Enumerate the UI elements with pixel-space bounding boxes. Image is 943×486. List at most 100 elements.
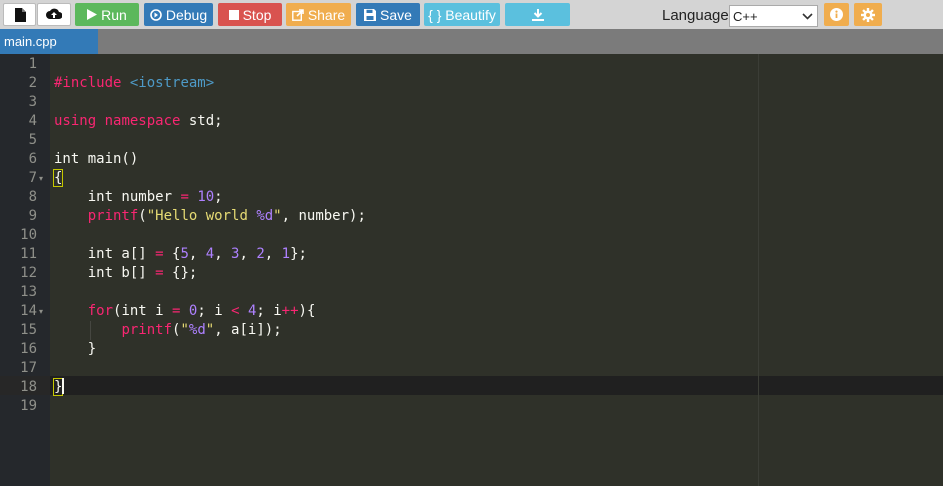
code-token: using [54,113,97,129]
line-number: 11 [20,246,37,262]
stop-button[interactable]: Stop [218,3,282,26]
chevron-down-icon [802,10,813,25]
code-line: int main() [54,150,138,169]
line-number: 6 [28,151,37,167]
print-margin [758,54,759,486]
code-token: { [52,169,64,187]
line-number: 19 [20,398,37,414]
code-token: , [214,246,232,262]
code-token: , [188,246,206,262]
code-token: <iostream> [121,75,215,91]
code-token: (int i [113,303,173,319]
code-token: printf [87,208,139,224]
code-line: int number = 10; [54,188,223,207]
file-tab-label: main.cpp [4,34,57,49]
save-label: Save [380,6,412,23]
stop-icon [228,9,239,20]
code-token: %d [256,208,274,224]
code-token: printf [121,322,173,338]
code-token: #include [54,75,122,91]
code-token: namespace [104,113,181,129]
line-number: 10 [20,227,37,243]
line-number: 7 [28,170,37,186]
toolbar: Run Debug Stop Share Save { } Beautify L… [0,0,943,29]
line-number: 12 [20,265,37,281]
code-token: 5 [180,246,189,262]
line-number: 8 [28,189,37,205]
code-token: ++ [281,303,299,319]
line-number: 1 [28,56,37,72]
fold-arrow-icon[interactable]: ▾ [39,302,43,321]
code-token: ; i [256,303,282,319]
code-line: printf("%d", a[i]); [54,321,282,340]
line-number: 2 [28,75,37,91]
line-number: 3 [28,94,37,110]
code-line: } [54,340,96,359]
code-line: printf("Hello world %d", number); [54,207,366,226]
cloud-upload-icon [46,8,62,21]
line-number: 4 [28,113,37,129]
download-icon [531,8,544,21]
code-token: , a[i]); [214,322,282,338]
code-token: "Hello world [146,208,257,224]
language-label: Language [662,7,729,24]
active-line-highlight [50,376,943,395]
code-token: std; [180,113,223,129]
code-token: int a[] [54,246,156,262]
download-button[interactable] [505,3,570,26]
debug-button[interactable]: Debug [144,3,213,26]
upload-button[interactable] [37,3,71,26]
debug-label: Debug [165,6,208,23]
beautify-button[interactable]: { } Beautify [424,3,500,26]
fold-arrow-icon[interactable]: ▾ [39,169,43,188]
code-line: using namespace std; [54,112,223,131]
line-number: 17 [20,360,37,376]
language-value: C++ [733,8,758,24]
code-token: } [54,341,97,357]
code-token: , [239,246,257,262]
file-tab-main-cpp[interactable]: main.cpp [0,29,98,54]
code-token: " [273,208,282,224]
code-token: 1 [281,246,291,262]
code-line: for(int i = 0; i < 4; i++){ [54,302,316,321]
info-button[interactable] [824,3,849,26]
gear-icon [861,7,875,22]
code-token: ; [214,189,223,205]
play-icon [87,9,98,20]
code-token: = [155,246,164,262]
code-token: 4 [205,246,215,262]
line-number: 14 [20,303,37,319]
code-line: int a[] = {5, 4, 3, 2, 1}; [54,245,307,264]
code-token: {}; [163,265,198,281]
text-cursor [62,378,64,394]
code-token: }; [290,246,307,262]
debug-icon [150,8,162,21]
code-token: int main() [54,151,139,167]
line-number: 9 [28,208,37,224]
save-button[interactable]: Save [356,3,420,26]
line-number: 18 [20,379,37,395]
code-token: " [205,322,215,338]
run-label: Run [101,6,127,23]
code-line: int b[] = {}; [54,264,198,283]
code-token: " [180,322,189,338]
code-token: { [163,246,181,262]
code-token: = [155,265,164,281]
settings-button[interactable] [854,3,882,26]
run-button[interactable]: Run [75,3,139,26]
language-select[interactable]: C++ [729,5,818,27]
line-number: 13 [20,284,37,300]
code-token: < [231,303,240,319]
code-token: , number); [281,208,366,224]
share-icon [291,8,304,21]
share-button[interactable]: Share [286,3,351,26]
code-token: 2 [256,246,265,262]
code-line: #include <iostream> [54,74,214,93]
code-line: { [52,169,64,188]
stop-label: Stop [242,6,272,23]
new-file-button[interactable] [3,3,36,26]
